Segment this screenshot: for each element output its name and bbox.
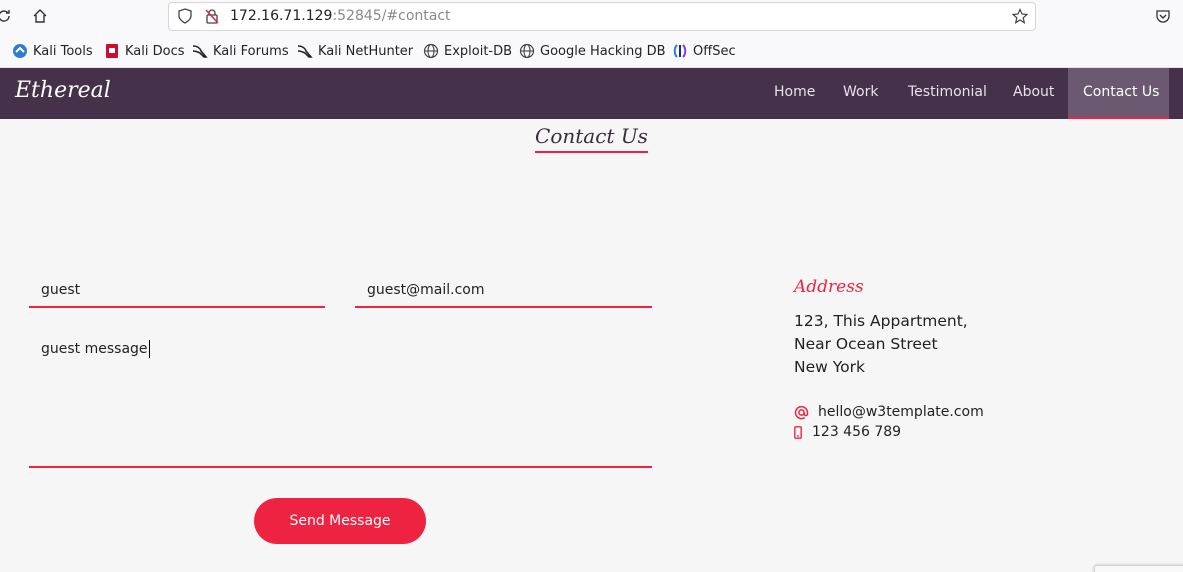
reload-icon[interactable]	[0, 6, 14, 26]
brand-logo[interactable]: Ethereal	[15, 78, 111, 103]
name-input-value: guest	[41, 282, 81, 298]
kali-dragon-icon	[192, 43, 208, 59]
contact-phone-row: 123 456 789	[794, 424, 901, 440]
bookmark-kali-tools[interactable]: Kali Tools	[12, 43, 93, 59]
contact-email-row: hello@w3template.com	[794, 404, 984, 420]
address-line-2: Near Ocean Street	[794, 335, 938, 353]
insecure-lock-icon[interactable]	[202, 6, 222, 26]
bookmarks-toolbar: Kali Tools Kali Docs Kali Forums Kali Ne…	[0, 34, 1183, 68]
bookmark-label: Google Hacking DB	[540, 43, 666, 59]
site-navbar: Ethereal Home Work Testimonial About Con…	[0, 68, 1183, 119]
message-textarea-value: guest message	[41, 341, 148, 357]
text-caret	[148, 340, 150, 358]
kali-tools-icon	[12, 43, 28, 59]
mobile-phone-icon	[794, 425, 802, 439]
name-input[interactable]: guest	[29, 276, 325, 308]
bookmark-label: Kali NetHunter	[318, 43, 414, 59]
nav-home[interactable]: Home	[759, 68, 830, 119]
nav-testimonial[interactable]: Testimonial	[893, 68, 1002, 119]
address-bar[interactable]: 172.16.71.129:52845/#contact	[168, 2, 1036, 31]
url-host: 172.16.71.129	[230, 8, 333, 24]
address-line-3: New York	[794, 358, 865, 376]
offsec-icon	[672, 43, 688, 59]
bookmark-google-hacking-db[interactable]: Google Hacking DB	[519, 43, 666, 59]
url-path: :52845/#contact	[332, 8, 451, 24]
kali-dragon-icon	[297, 43, 313, 59]
bookmark-label: Kali Tools	[33, 43, 93, 59]
contact-title: Contact Us	[535, 124, 648, 153]
send-message-button[interactable]: Send Message	[254, 498, 426, 544]
nav-about[interactable]: About	[998, 68, 1069, 119]
message-textarea[interactable]: guest message	[29, 334, 652, 468]
bookmark-kali-nethunter[interactable]: Kali NetHunter	[297, 43, 413, 59]
bookmark-label: Kali Forums	[213, 43, 289, 59]
globe-icon	[519, 43, 535, 59]
bookmark-kali-forums[interactable]: Kali Forums	[192, 43, 289, 59]
kali-docs-icon	[104, 43, 120, 59]
globe-icon	[423, 43, 439, 59]
email-input-value: guest@mail.com	[367, 282, 485, 298]
url-text[interactable]: 172.16.71.129:52845/#contact	[230, 8, 451, 24]
bookmark-star-icon[interactable]	[1010, 6, 1030, 26]
bookmark-kali-docs[interactable]: Kali Docs	[104, 43, 185, 59]
contact-phone: 123 456 789	[812, 424, 902, 440]
nav-work[interactable]: Work	[828, 68, 893, 119]
home-icon[interactable]	[30, 6, 50, 26]
at-sign-icon	[794, 405, 809, 420]
section-heading: Contact Us	[0, 124, 1183, 153]
browser-toolbar: 172.16.71.129:52845/#contact	[0, 0, 1183, 34]
nav-contact-us[interactable]: Contact Us	[1068, 68, 1169, 119]
bookmark-exploit-db[interactable]: Exploit-DB	[423, 43, 512, 59]
bookmark-label: Exploit-DB	[444, 43, 513, 59]
address-line-1: 123, This Appartment,	[794, 312, 968, 330]
bookmark-offsec[interactable]: OffSec	[672, 43, 736, 59]
contact-email[interactable]: hello@w3template.com	[818, 404, 984, 420]
shield-icon[interactable]	[175, 6, 195, 26]
recaptcha-badge[interactable]	[1094, 565, 1183, 572]
email-input[interactable]: guest@mail.com	[355, 276, 652, 308]
address-title: Address	[794, 277, 864, 297]
pocket-icon[interactable]	[1153, 6, 1173, 26]
bookmark-label: OffSec	[693, 43, 736, 59]
bookmark-label: Kali Docs	[125, 43, 185, 59]
